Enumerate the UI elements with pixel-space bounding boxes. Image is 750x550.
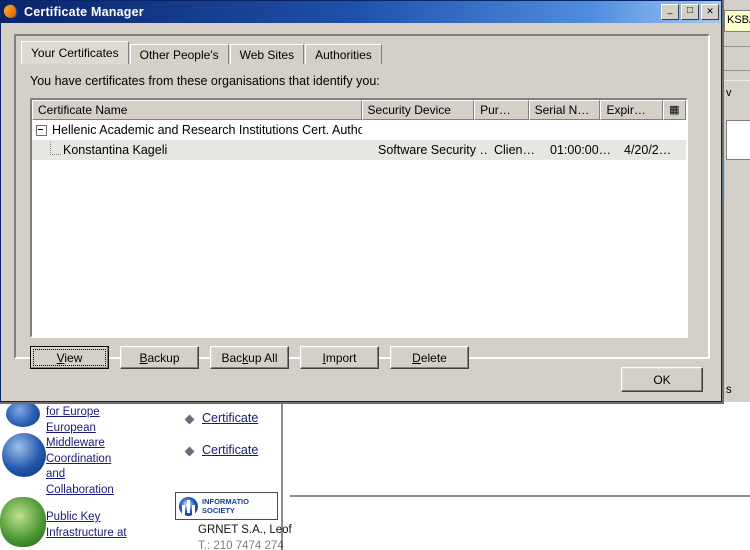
background-right-pane <box>284 400 750 550</box>
diamond-bullet-icon <box>184 414 195 424</box>
background-left-column: for Europe European Middleware Coordinat… <box>0 401 180 550</box>
cell-expires: 4/20/2… <box>624 143 672 157</box>
minimize-icon: _ <box>667 4 673 14</box>
certificate-manager-dialog: Certificate Manager _ □ ✕ Your Certifica… <box>0 0 722 402</box>
backup-button[interactable]: Backup <box>120 346 199 369</box>
background-link[interactable]: Middleware <box>46 436 166 452</box>
background-link[interactable]: Certificate <box>202 443 258 459</box>
certificate-list[interactable]: Certificate Name Security Device Pur… Se… <box>30 98 688 338</box>
divider <box>722 46 750 47</box>
column-header-certificate-name[interactable]: Certificate Name <box>32 100 362 120</box>
close-icon: ✕ <box>706 6 714 16</box>
ok-button-label: OK <box>653 372 671 387</box>
table-row[interactable]: Hellenic Academic and Research Instituti… <box>32 120 686 140</box>
tab-authorities[interactable]: Authorities <box>305 44 382 64</box>
tab-strip: Your Certificates Other People's Web Sit… <box>21 41 383 64</box>
backup-all-button-label: Backup All <box>221 350 278 365</box>
grnet-address-line: GRNET S.A., Leof <box>198 524 292 536</box>
background-horizontal-divider <box>290 495 750 497</box>
background-link[interactable]: Coordination <box>46 452 166 468</box>
tab-your-certificates[interactable]: Your Certificates <box>21 41 129 64</box>
dialog-shadow <box>0 402 724 404</box>
cell-serial-number: 01:00:00… <box>550 143 612 157</box>
column-picker-glyph: ▦ <box>669 103 680 116</box>
tab-other-peoples[interactable]: Other People's <box>129 44 229 64</box>
minimize-button[interactable]: _ <box>661 4 679 20</box>
background-link[interactable]: European <box>46 421 166 437</box>
action-button-row: View Backup Backup All Import Delete <box>30 346 469 369</box>
globe-icon <box>6 401 40 427</box>
delete-button[interactable]: Delete <box>390 346 469 369</box>
backup-button-label: Backup <box>139 350 180 365</box>
tree-globe-icon <box>0 497 46 547</box>
background-yellow-field[interactable]: KSBA <box>724 10 750 32</box>
infosociety-line-2: SOCIETY <box>202 506 235 515</box>
background-link[interactable]: and <box>46 467 166 483</box>
cell-certificate-name: Konstantina Kageli <box>63 143 168 157</box>
divider <box>722 70 750 71</box>
information-society-text: INFORMATIO SOCIETY <box>202 497 249 515</box>
cell-security-device: Software Security … <box>378 143 489 157</box>
delete-button-label: Delete <box>412 350 447 365</box>
background-link[interactable]: Collaboration <box>46 483 166 499</box>
column-picker-icon[interactable]: ▦ <box>662 100 686 120</box>
table-row[interactable]: Konstantina Kageli Software Security … C… <box>32 140 686 160</box>
information-society-logo: INFORMATIO SOCIETY <box>175 492 278 520</box>
globe-icon <box>2 433 46 477</box>
grnet-phone-line: T.: 210 7474 274 <box>198 540 284 550</box>
maximize-button[interactable]: □ <box>681 4 699 20</box>
eu-emblem-icon <box>179 496 198 516</box>
import-button-label: Import <box>322 350 357 365</box>
certificate-rows: Hellenic Academic and Research Instituti… <box>32 120 686 160</box>
tab-panel-group: Your Certificates Other People's Web Sit… <box>14 34 710 369</box>
list-item[interactable]: Certificate <box>184 440 296 462</box>
window-controls: _ □ ✕ <box>661 4 719 20</box>
backup-all-button[interactable]: Backup All <box>210 346 289 369</box>
background-link[interactable]: Infrastructure at <box>46 526 166 542</box>
dialog-shadow <box>722 0 724 404</box>
tab-web-sites[interactable]: Web Sites <box>229 44 305 64</box>
column-header-expires[interactable]: Expir… <box>600 100 663 120</box>
background-white-field[interactable] <box>726 120 750 160</box>
column-header-row: Certificate Name Security Device Pur… Se… <box>32 100 686 120</box>
collapse-toggle-icon[interactable] <box>36 124 47 136</box>
background-right-strip <box>722 0 750 402</box>
background-link[interactable]: Certificate <box>202 411 258 427</box>
column-header-security-device[interactable]: Security Device <box>361 100 475 120</box>
background-bullet-list: Certificate Certificate <box>184 408 296 462</box>
maximize-icon: □ <box>686 5 694 16</box>
column-header-serial-number[interactable]: Serial N… <box>528 100 601 120</box>
infosociety-line-1: INFORMATIO <box>202 497 249 506</box>
background-gray-button[interactable]: v Car <box>724 80 750 107</box>
view-button-label: View <box>56 350 83 365</box>
list-item[interactable]: Certificate <box>184 408 296 430</box>
title-bar[interactable]: Certificate Manager _ □ ✕ <box>1 1 721 23</box>
import-button[interactable]: Import <box>300 346 379 369</box>
background-link[interactable]: for Europe <box>46 405 166 421</box>
cell-certificate-name: Hellenic Academic and Research Instituti… <box>52 123 362 137</box>
ok-button[interactable]: OK <box>621 367 703 392</box>
background-edge-text: s <box>726 384 732 396</box>
tree-branch-icon <box>50 141 61 155</box>
view-button[interactable]: View <box>30 346 109 369</box>
close-button[interactable]: ✕ <box>701 4 719 20</box>
column-header-purposes[interactable]: Pur… <box>474 100 529 120</box>
window-title: Certificate Manager <box>24 5 144 19</box>
background-link-list: for Europe European Middleware Coordinat… <box>46 405 166 541</box>
helper-text: You have certificates from these organis… <box>30 74 380 88</box>
cell-purposes: Clien… <box>494 143 535 157</box>
firefox-icon <box>2 3 20 20</box>
diamond-bullet-icon <box>184 446 195 456</box>
background-link[interactable]: Public Key <box>46 510 166 526</box>
